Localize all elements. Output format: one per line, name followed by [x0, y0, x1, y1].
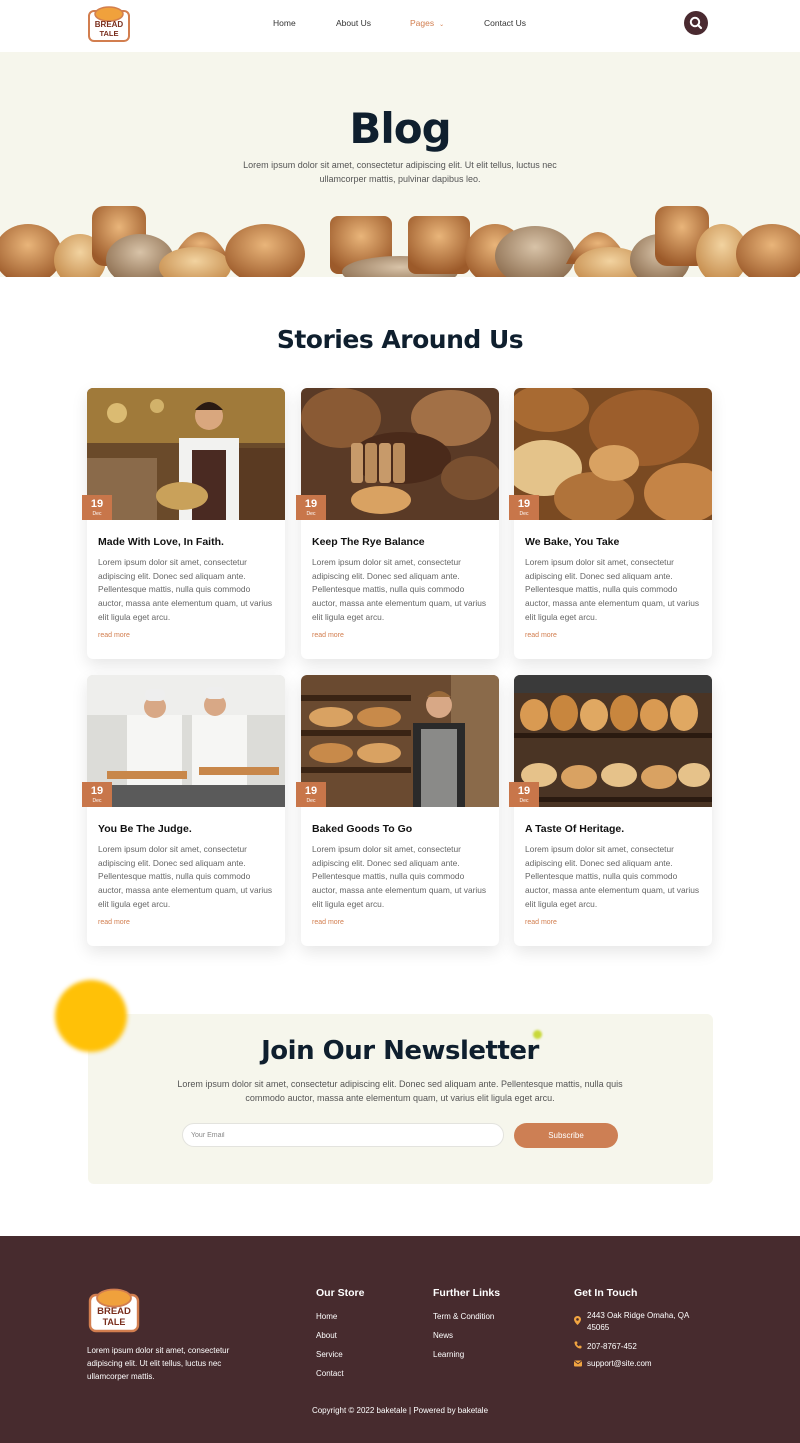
blog-card[interactable]: 19 Dec Made With Love, In Faith. Lorem i… [82, 388, 285, 659]
blog-card-image [87, 675, 285, 807]
copyright-text: Copyright © 2022 baketale | Powered by b… [311, 1406, 489, 1415]
newsletter-text: Lorem ipsum dolor sit amet, consectetur … [177, 1079, 623, 1103]
blog-card-excerpt: Lorem ipsum dolor sit amet, consectetur … [525, 844, 700, 909]
blog-card-title[interactable]: Keep The Rye Balance [312, 536, 425, 548]
blog-card-image [514, 675, 712, 807]
hero-banner: Blog Lorem ipsum dolor sit amet, consect… [0, 52, 800, 277]
date-day: 19 [90, 785, 104, 797]
footer-link-news[interactable]: News [433, 1331, 453, 1340]
footer-address: 2443 Oak Ridge Omaha, QA 45065 [587, 1311, 689, 1332]
location-icon [574, 1316, 581, 1325]
date-month: Dec [519, 511, 529, 517]
blog-card-title[interactable]: Baked Goods To Go [312, 823, 412, 835]
date-day: 19 [304, 498, 318, 510]
footer-contact-heading: Get In Touch [574, 1287, 638, 1299]
date-badge: 19 Dec [82, 495, 112, 520]
footer-phone[interactable]: 207-8767-452 [587, 1341, 707, 1353]
read-more-link[interactable]: read more [312, 632, 344, 639]
blog-card[interactable]: 19 Dec We Bake, You Take Lorem ipsum dol… [509, 388, 712, 659]
search-icon [689, 16, 703, 30]
date-badge: 19 Dec [296, 782, 326, 807]
date-day: 19 [304, 785, 318, 797]
blog-card[interactable]: 19 Dec Keep The Rye Balance Lorem ipsum … [296, 388, 499, 659]
date-month: Dec [306, 798, 316, 804]
date-badge: 19 Dec [296, 495, 326, 520]
blog-card-title[interactable]: Made With Love, In Faith. [98, 536, 224, 548]
email-field[interactable] [182, 1123, 504, 1147]
site-header: BREAD TALE Home About Us Pages ⌄ Contact … [0, 0, 800, 52]
search-button[interactable] [684, 11, 708, 35]
nav-home[interactable]: Home [273, 18, 296, 28]
footer-link-service[interactable]: Service [316, 1350, 343, 1359]
blog-card[interactable]: 19 Dec You Be The Judge. Lorem ipsum dol… [82, 675, 285, 946]
footer-link-about[interactable]: About [316, 1331, 337, 1340]
svg-text:BREAD: BREAD [95, 20, 124, 29]
footer-link-home[interactable]: Home [316, 1312, 337, 1321]
blog-card-image [301, 675, 499, 807]
blog-card[interactable]: 19 Dec A Taste Of Heritage. Lorem ipsum … [509, 675, 712, 946]
read-more-link[interactable]: read more [98, 632, 130, 639]
read-more-link[interactable]: read more [525, 632, 557, 639]
blog-card-image [301, 388, 499, 520]
bread-tale-logo[interactable]: BREAD TALE [87, 5, 131, 43]
hero-subtitle: Lorem ipsum dolor sit amet, consectetur … [243, 160, 557, 184]
blog-card-excerpt: Lorem ipsum dolor sit amet, consectetur … [312, 557, 487, 622]
nav-about-us[interactable]: About Us [336, 18, 371, 28]
svg-text:TALE: TALE [99, 29, 118, 38]
nav-pages-label: Pages [410, 18, 435, 28]
phone-icon [574, 1341, 582, 1349]
page-title: Blog [349, 104, 451, 153]
blog-card[interactable]: 19 Dec Baked Goods To Go Lorem ipsum dol… [296, 675, 499, 946]
footer-email[interactable]: support@site.com [587, 1358, 707, 1370]
blog-card-excerpt: Lorem ipsum dolor sit amet, consectetur … [525, 557, 700, 622]
bread-loaves-image [0, 206, 800, 277]
email-icon [574, 1360, 582, 1367]
svg-text:TALE: TALE [103, 1317, 126, 1327]
blog-card-image [87, 388, 285, 520]
date-badge: 19 Dec [509, 495, 539, 520]
blog-card-image [514, 388, 712, 520]
nav-contact-us[interactable]: Contact Us [484, 18, 526, 28]
svg-text:BREAD: BREAD [97, 1306, 131, 1317]
date-month: Dec [306, 511, 316, 517]
date-month: Dec [92, 511, 102, 517]
footer-link-contact[interactable]: Contact [316, 1369, 344, 1378]
blog-card-title[interactable]: We Bake, You Take [525, 536, 619, 548]
footer-link-learning[interactable]: Learning [433, 1350, 464, 1359]
date-month: Dec [519, 798, 529, 804]
chevron-down-icon: ⌄ [439, 22, 445, 28]
date-badge: 19 Dec [82, 782, 112, 807]
date-month: Dec [92, 798, 102, 804]
read-more-link[interactable]: read more [312, 919, 344, 926]
footer-store-heading: Our Store [316, 1287, 365, 1299]
blog-card-title[interactable]: You Be The Judge. [98, 823, 192, 835]
stories-title: Stories Around Us [276, 325, 524, 354]
date-day: 19 [90, 498, 104, 510]
date-day: 19 [517, 785, 531, 797]
footer-about-text: Lorem ipsum dolor sit amet, consectetur … [87, 1346, 230, 1381]
footer-link-terms[interactable]: Term & Condition [433, 1312, 494, 1321]
footer-further-heading: Further Links [433, 1287, 501, 1299]
nav-pages[interactable]: Pages ⌄ [410, 18, 444, 28]
blog-card-title[interactable]: A Taste Of Heritage. [525, 823, 624, 835]
blog-card-excerpt: Lorem ipsum dolor sit amet, consectetur … [98, 844, 273, 909]
date-day: 19 [517, 498, 531, 510]
read-more-link[interactable]: read more [98, 919, 130, 926]
bread-tale-logo[interactable]: BREAD TALE [87, 1287, 141, 1333]
read-more-link[interactable]: read more [525, 919, 557, 926]
blog-card-excerpt: Lorem ipsum dolor sit amet, consectetur … [312, 844, 487, 909]
newsletter-title: Join Our Newsletter [261, 1036, 539, 1066]
subscribe-button[interactable]: Subscribe [514, 1123, 618, 1148]
date-badge: 19 Dec [509, 782, 539, 807]
blog-card-excerpt: Lorem ipsum dolor sit amet, consectetur … [98, 557, 273, 622]
